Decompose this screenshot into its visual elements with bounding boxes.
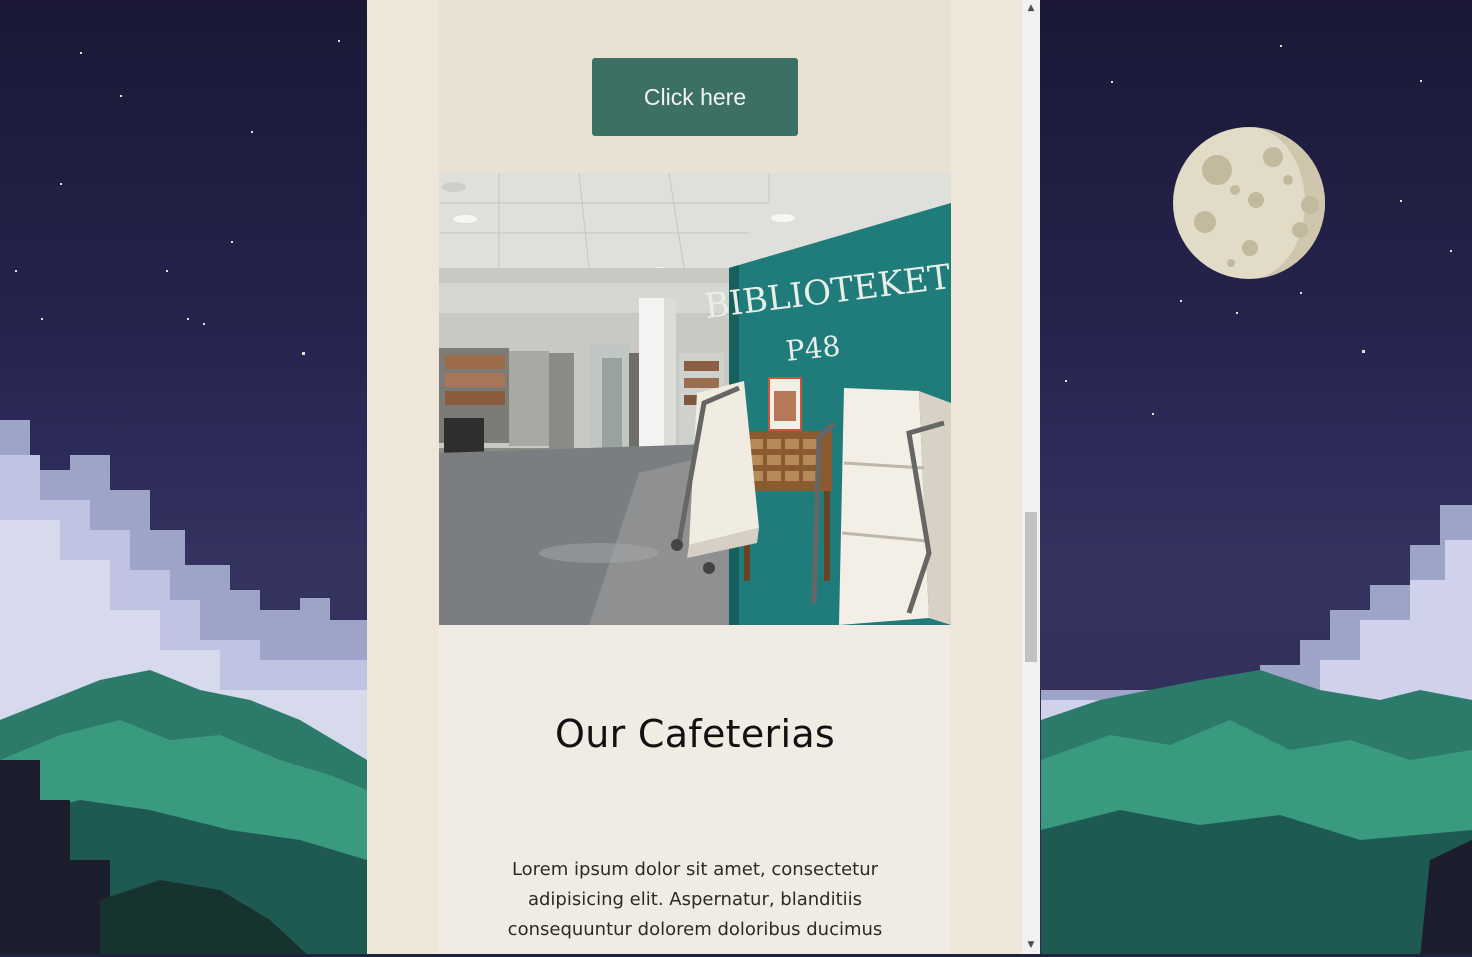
sign-line-2: P48 bbox=[784, 329, 842, 368]
content-column: Click here BIBLIOTEKET P48 Our Cafeteria… bbox=[439, 0, 951, 954]
browser-window: Click here BIBLIOTEKET P48 Our Cafeteria… bbox=[367, 0, 1040, 954]
triangle-down-icon[interactable]: ▼ bbox=[1022, 937, 1040, 954]
mountains-right bbox=[1041, 670, 1472, 957]
cta-section: Click here bbox=[439, 0, 951, 173]
section-title: Our Cafeterias bbox=[554, 712, 835, 756]
click-here-button[interactable]: Click here bbox=[592, 58, 798, 136]
library-photo: BIBLIOTEKET P48 bbox=[439, 173, 951, 625]
moon-icon bbox=[1173, 127, 1325, 279]
triangle-up-icon[interactable]: ▲ bbox=[1022, 0, 1040, 17]
scrollbar-thumb[interactable] bbox=[1025, 512, 1037, 662]
library-photo-image: BIBLIOTEKET P48 bbox=[439, 173, 951, 625]
section-body-text: Lorem ipsum dolor sit amet, consectetur … bbox=[507, 859, 883, 940]
vertical-scrollbar[interactable]: ▲ ▼ bbox=[1022, 0, 1040, 954]
